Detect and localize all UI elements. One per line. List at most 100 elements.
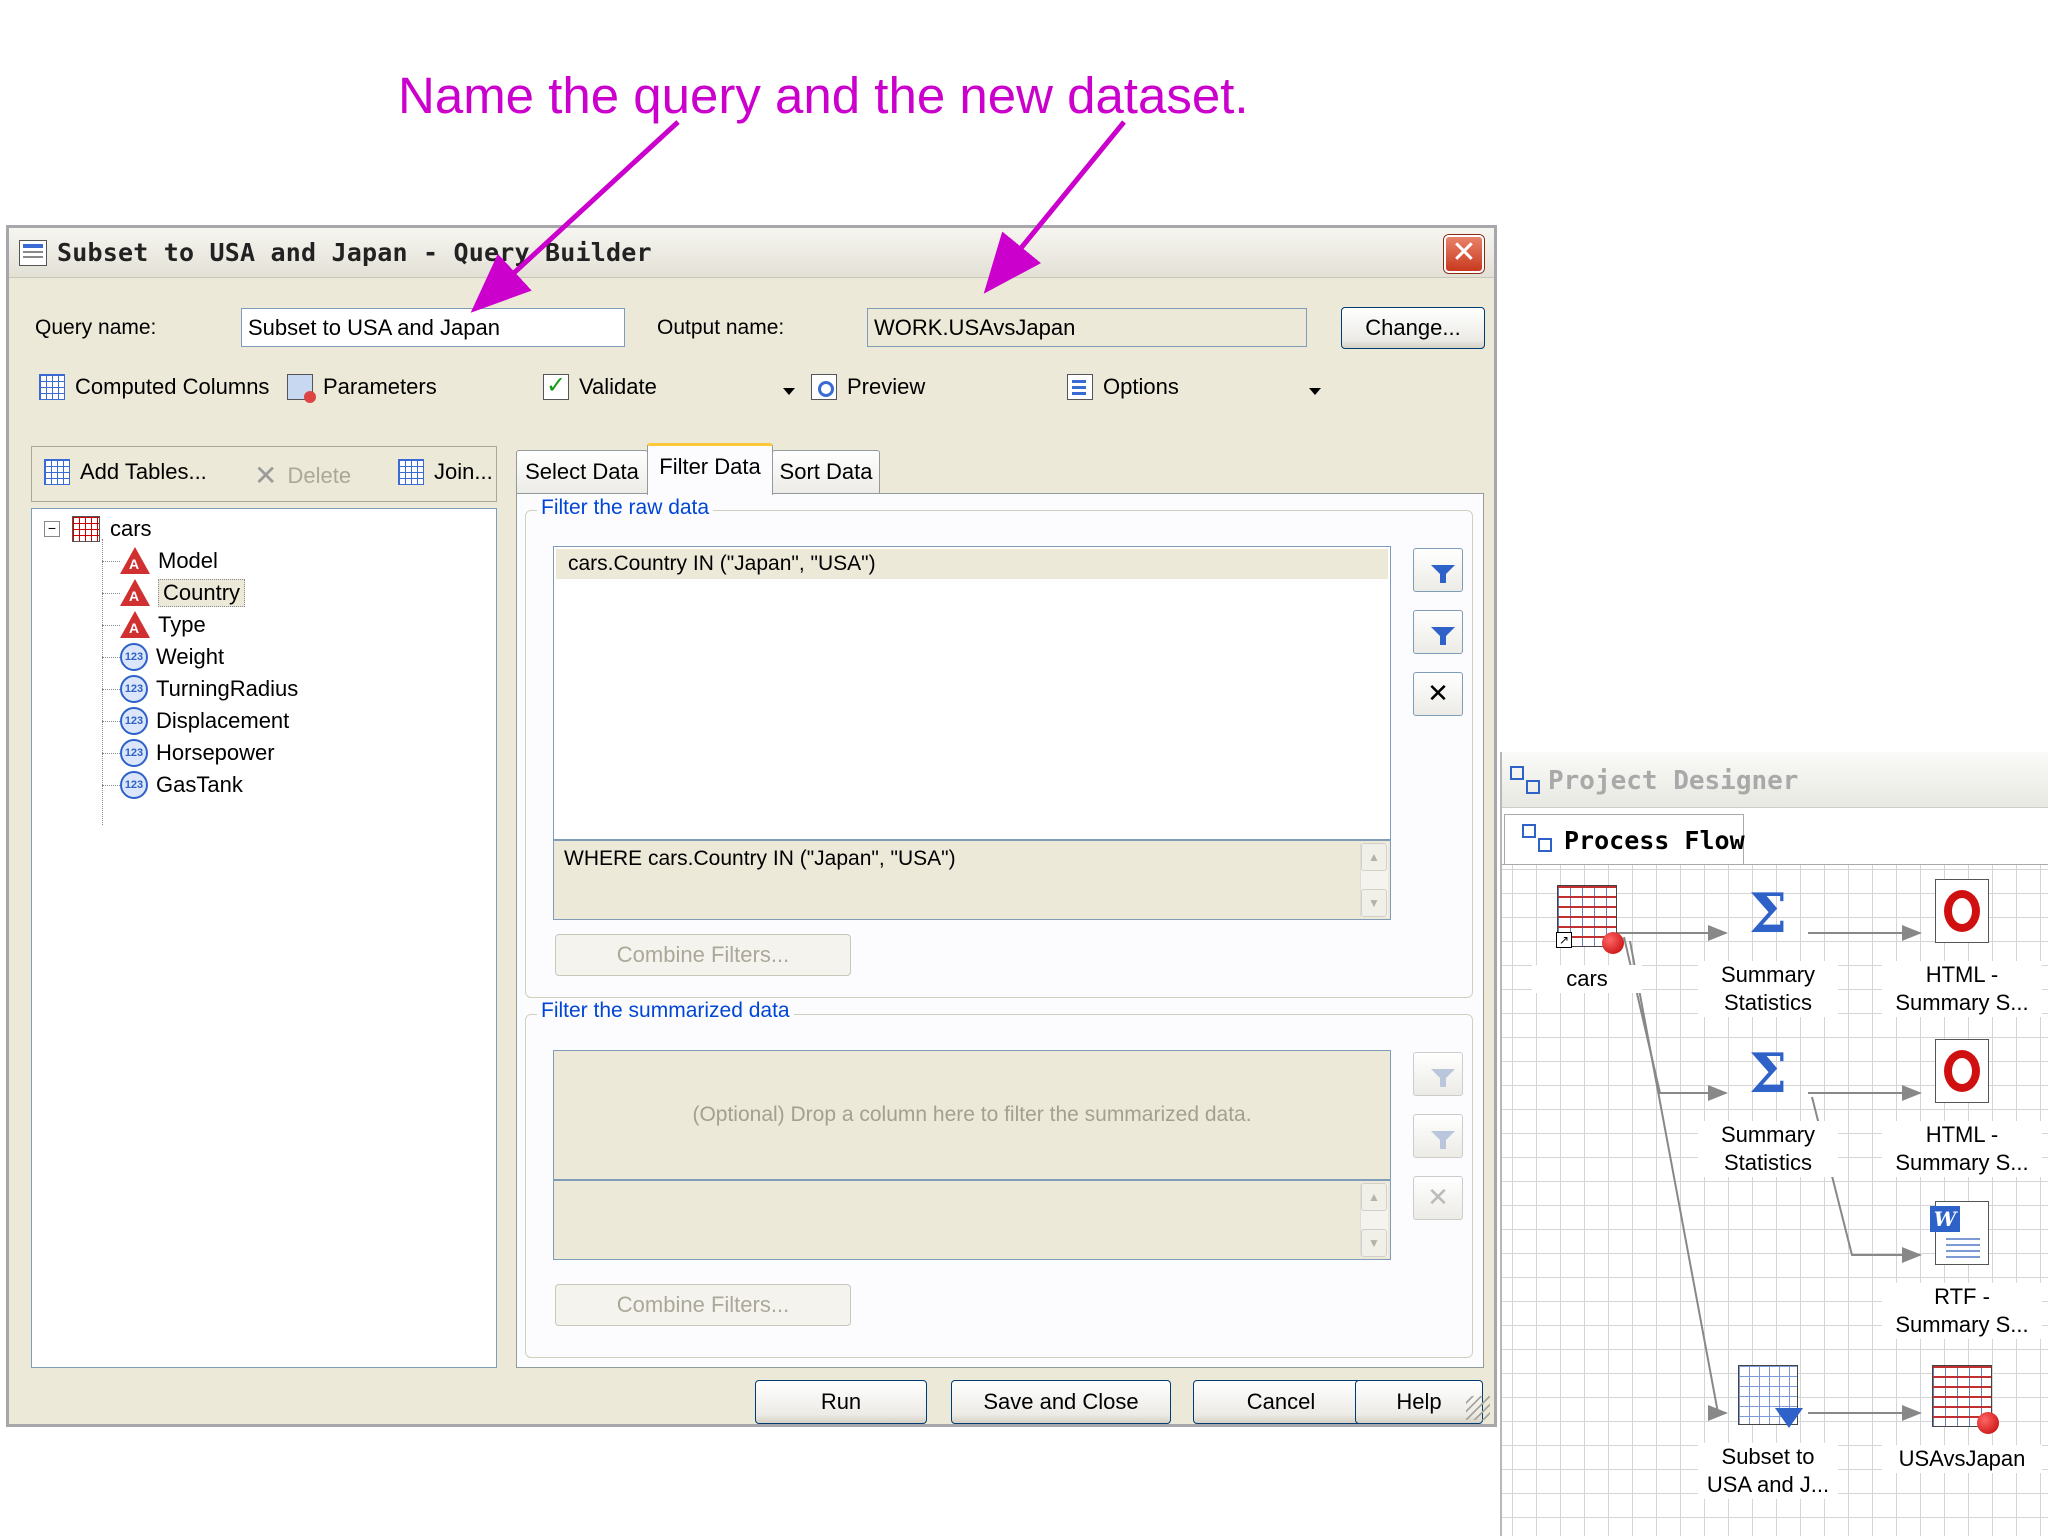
column-name: TurningRadius (156, 676, 299, 701)
delete-button[interactable]: ✕ Delete (254, 459, 351, 492)
preview-button[interactable]: Preview (811, 374, 925, 400)
run-button[interactable]: Run (755, 1380, 927, 1424)
node-label: Statistics (1698, 989, 1838, 1017)
options-button[interactable]: Options (1067, 374, 1179, 400)
new-filter-icon (1430, 564, 1455, 577)
scroll-up-icon[interactable]: ▲ (1361, 1183, 1387, 1211)
where-clause-text: WHERE cars.Country IN ("Japan", "USA") (564, 847, 956, 870)
node-label: Statistics (1698, 1149, 1838, 1177)
flow-node-html-summary[interactable]: HTML - Summary S... (1882, 1039, 2042, 1177)
new-filter-button[interactable] (1413, 548, 1463, 592)
help-button[interactable]: Help (1355, 1380, 1483, 1424)
tab-sort-data[interactable]: Sort Data (772, 450, 880, 494)
new-summary-filter-button[interactable] (1413, 1052, 1463, 1096)
node-label: cars (1532, 965, 1642, 993)
output-name-field: WORK.USAvsJapan (867, 308, 1307, 347)
validate-button[interactable]: Validate (543, 371, 657, 400)
scroll-up-icon[interactable]: ▲ (1361, 843, 1387, 871)
column-name: GasTank (156, 772, 243, 797)
column-name: Model (158, 548, 218, 573)
parameters-button[interactable]: Parameters (287, 374, 437, 403)
query-builder-dialog: Subset to USA and Japan - Query Builder … (6, 225, 1497, 1427)
collapse-icon[interactable]: − (44, 521, 60, 537)
tree-column-item[interactable]: Model (102, 545, 218, 577)
flow-node-cars[interactable]: ↗ cars (1532, 885, 1642, 993)
filter-data-panel: Filter the raw data cars.Country IN ("Ja… (516, 493, 1484, 1368)
html-result-icon (1935, 1039, 1989, 1103)
options-label: Options (1103, 374, 1179, 399)
cancel-button[interactable]: Cancel (1193, 1380, 1369, 1424)
html-result-icon (1935, 879, 1989, 943)
process-flow-icon (1522, 824, 1554, 852)
column-name: Type (158, 612, 206, 637)
add-table-icon (44, 459, 70, 485)
tab-select-data[interactable]: Select Data (516, 450, 648, 494)
node-label: Subset to (1698, 1443, 1838, 1471)
tree-node-cars[interactable]: − cars (44, 513, 152, 545)
tree-column-item[interactable]: 123 GasTank (102, 769, 243, 801)
close-icon: ✕ (1451, 235, 1477, 270)
raw-filter-list[interactable]: cars.Country IN ("Japan", "USA") (553, 546, 1391, 840)
output-name-label: Output name: (657, 316, 785, 339)
process-flow-canvas[interactable]: ↗ cars Σ Summary Statistics HTML - Summa… (1502, 864, 2048, 1536)
combine-filters-button-summarized[interactable]: Combine Filters... (555, 1284, 851, 1326)
filter-row[interactable]: cars.Country IN ("Japan", "USA") (556, 549, 1388, 579)
node-label: Summary (1698, 1121, 1838, 1149)
summarized-scrollbar[interactable]: ▲ ▼ (1360, 1183, 1388, 1257)
node-label: USAvsJapan (1882, 1445, 2042, 1473)
new-filter-icon (1430, 1068, 1455, 1081)
tree-column-item[interactable]: 123 TurningRadius (102, 673, 298, 705)
options-dropdown-icon[interactable] (1309, 388, 1321, 395)
character-column-icon (120, 611, 150, 639)
project-designer-panel: Project Designer Process Flow ↗ cars Σ S… (1500, 752, 2048, 1536)
join-button[interactable]: Join... (398, 459, 493, 485)
node-label: HTML - (1882, 961, 2042, 989)
tree-column-item[interactable]: 123 Weight (102, 641, 224, 673)
add-tables-button[interactable]: Add Tables... (44, 459, 207, 485)
computed-columns-button[interactable]: Computed Columns (39, 374, 269, 400)
computed-columns-icon (39, 374, 65, 400)
query-name-input[interactable]: Subset to USA and Japan (241, 308, 625, 347)
delete-filter-button[interactable]: ✕ (1413, 672, 1463, 716)
edit-summary-filter-button[interactable] (1413, 1114, 1463, 1158)
numeric-column-icon: 123 (120, 707, 148, 735)
validate-dropdown-icon[interactable] (783, 388, 795, 395)
tree-node-label: cars (110, 516, 152, 541)
flow-node-rtf-summary[interactable]: W RTF - Summary S... (1882, 1201, 2042, 1339)
join-icon (398, 459, 424, 485)
project-designer-icon (1510, 766, 1542, 794)
where-scrollbar[interactable]: ▲ ▼ (1360, 843, 1388, 917)
scroll-down-icon[interactable]: ▼ (1361, 1229, 1387, 1257)
summarized-filter-list[interactable]: (Optional) Drop a column here to filter … (553, 1050, 1391, 1180)
tree-column-item[interactable]: Type (102, 609, 206, 641)
edit-filter-button[interactable] (1413, 610, 1463, 654)
flow-node-html-summary[interactable]: HTML - Summary S... (1882, 879, 2042, 1017)
options-icon (1067, 374, 1093, 400)
shortcut-icon: ↗ (1556, 932, 1572, 948)
numeric-column-icon: 123 (120, 739, 148, 767)
table-icon (72, 516, 100, 542)
resize-grip[interactable] (1466, 1396, 1490, 1420)
close-button[interactable]: ✕ (1444, 235, 1484, 273)
delete-summary-filter-button[interactable]: ✕ (1413, 1176, 1463, 1220)
flow-node-usavsjapan[interactable]: USAvsJapan (1882, 1365, 2042, 1473)
flow-node-summary-statistics[interactable]: Σ Summary Statistics (1698, 1043, 1838, 1177)
combine-filters-button[interactable]: Combine Filters... (555, 934, 851, 976)
flow-node-summary-statistics[interactable]: Σ Summary Statistics (1698, 883, 1838, 1017)
character-column-icon (120, 579, 150, 607)
title-bar[interactable]: Subset to USA and Japan - Query Builder … (9, 228, 1494, 278)
delete-label: Delete (287, 462, 352, 488)
preview-label: Preview (847, 374, 926, 399)
tree-column-item[interactable]: 123 Horsepower (102, 737, 275, 769)
delete-filter-icon: ✕ (1427, 679, 1449, 709)
change-button[interactable]: Change... (1341, 307, 1485, 349)
tree-column-item[interactable]: 123 Displacement (102, 705, 289, 737)
preview-icon (811, 374, 837, 400)
validate-icon (543, 371, 569, 400)
query-builder-icon (19, 240, 47, 266)
tree-column-item[interactable]: Country (102, 577, 246, 609)
save-and-close-button[interactable]: Save and Close (951, 1380, 1171, 1424)
flow-node-subset-query[interactable]: Subset to USA and J... (1698, 1365, 1838, 1499)
tab-filter-data[interactable]: Filter Data (647, 443, 773, 495)
scroll-down-icon[interactable]: ▼ (1361, 889, 1387, 917)
